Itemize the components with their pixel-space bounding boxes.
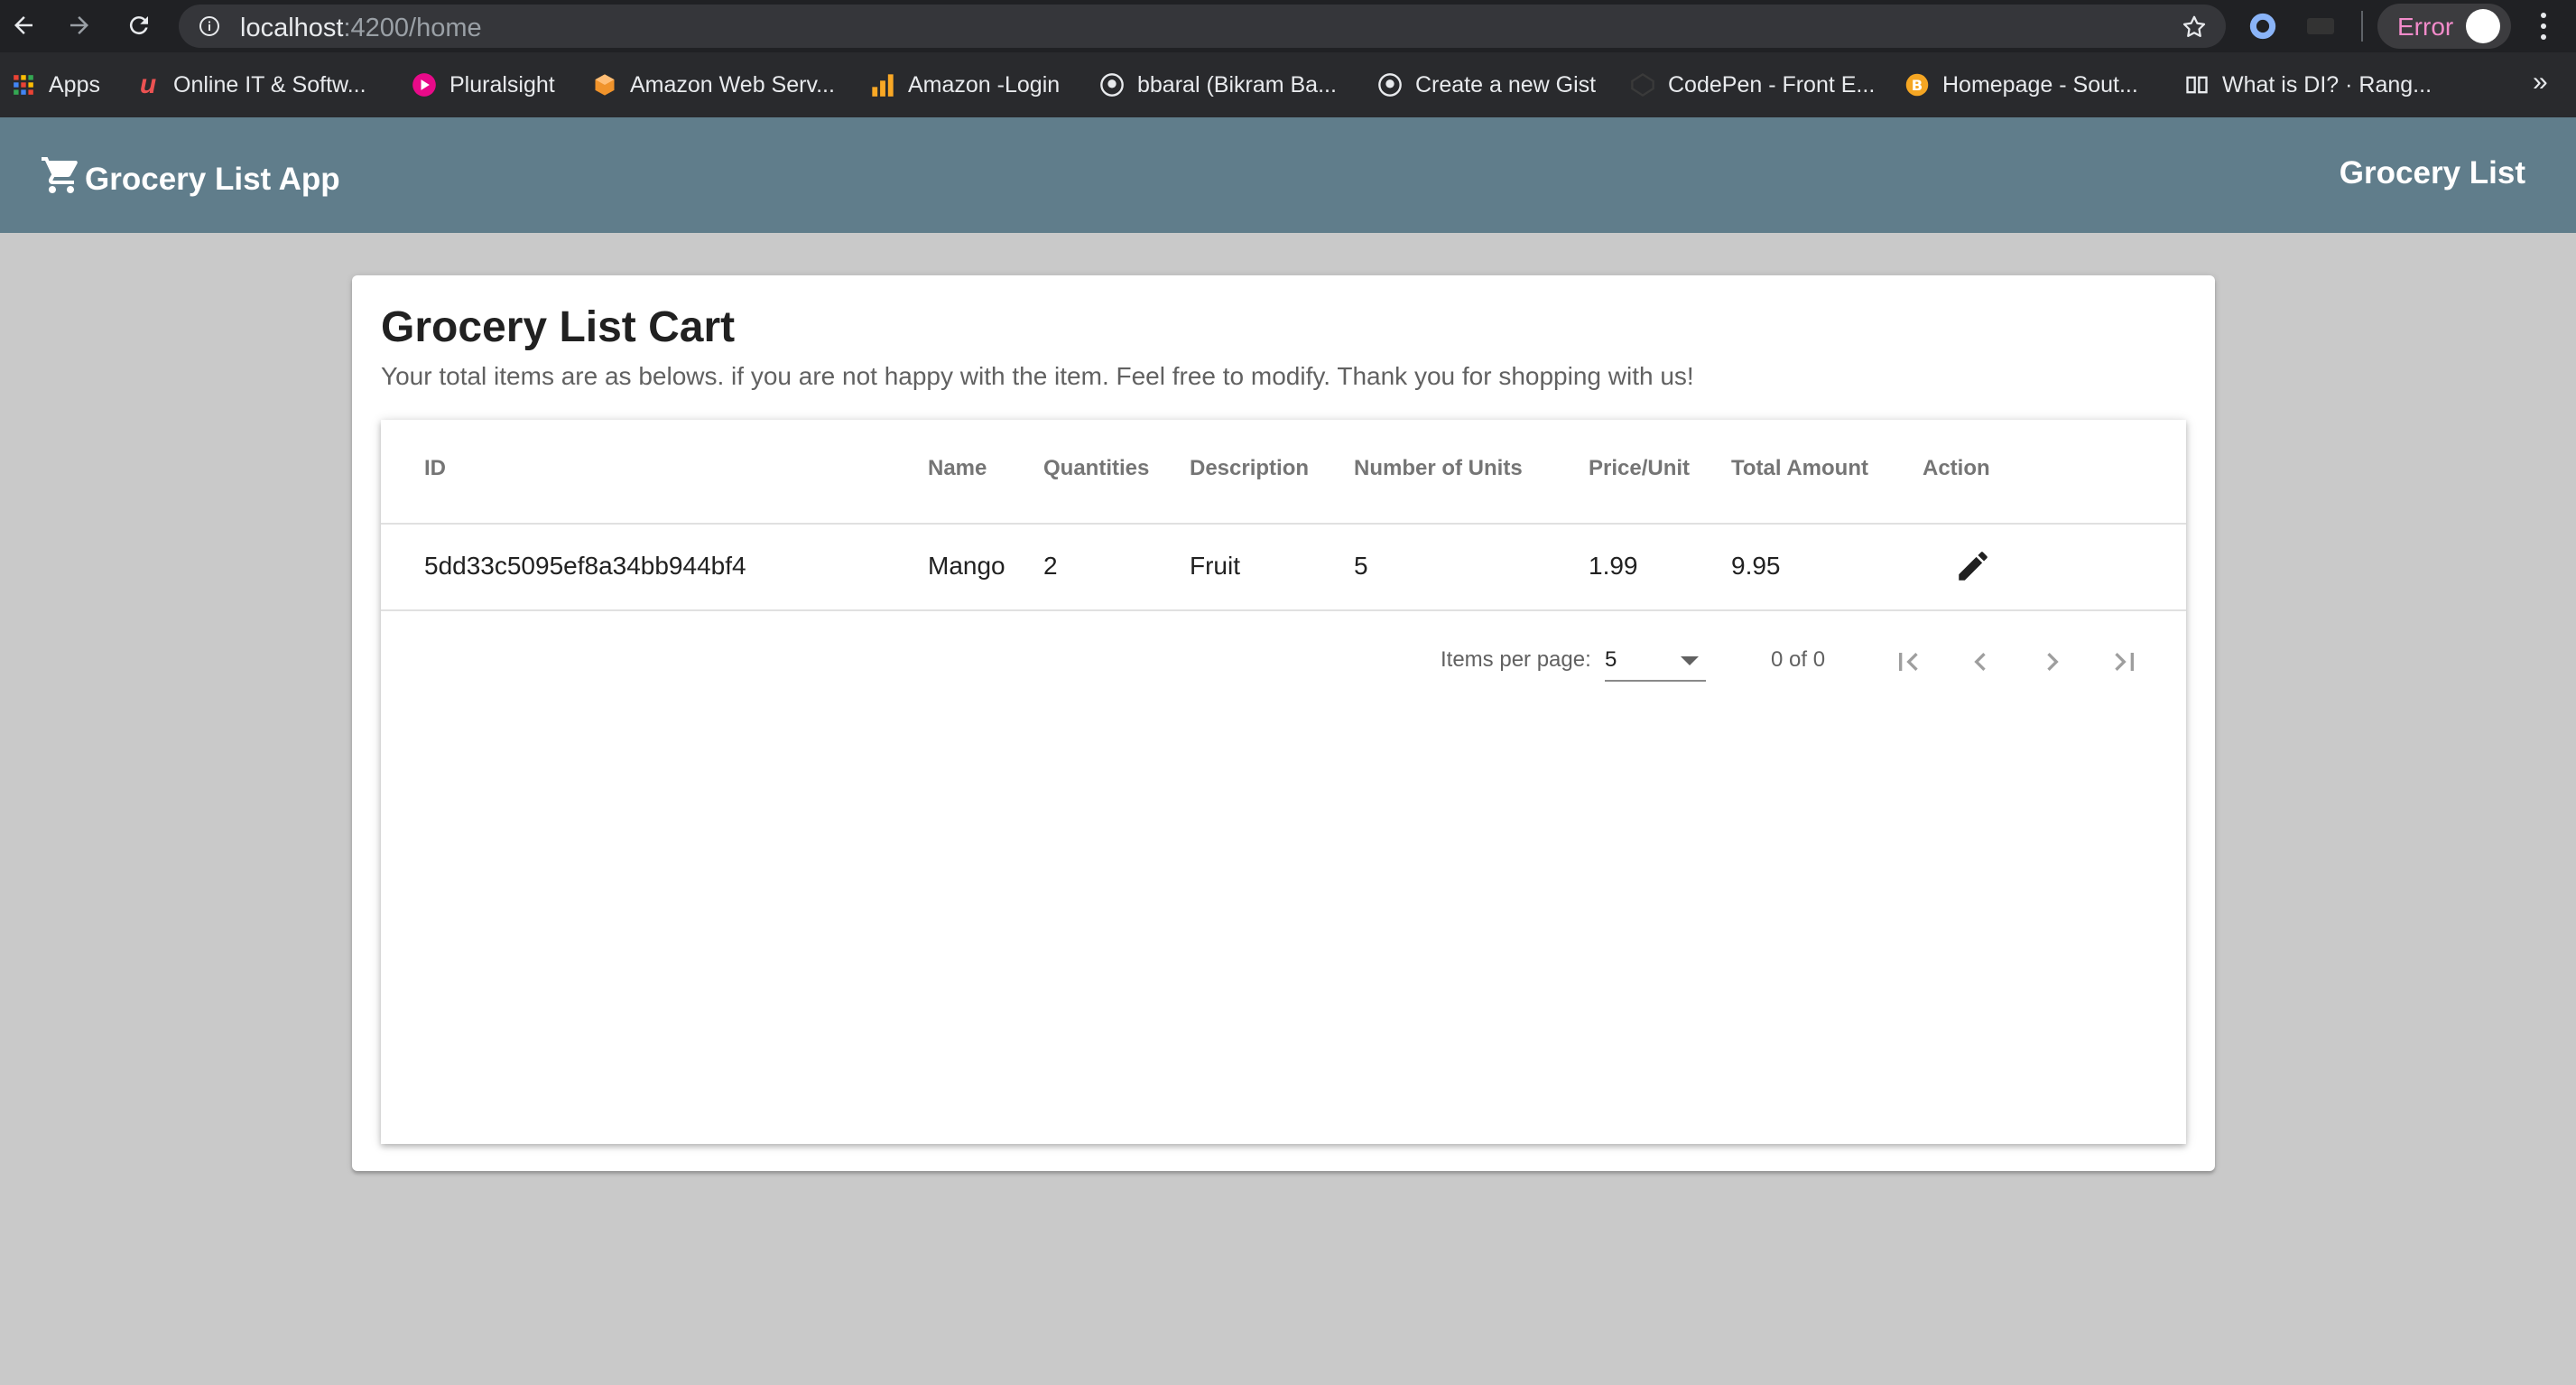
book-icon — [2184, 72, 2210, 98]
bookmark-udemy[interactable]: u Online IT & Softw... — [135, 67, 366, 103]
table-header-row: ID Name Quantities Description Number of… — [381, 420, 2186, 525]
app-toolbar: Grocery List App Grocery List — [0, 117, 2576, 233]
cell-quantities: 2 — [1043, 552, 1058, 580]
grocery-cart-card: Grocery List Cart Your total items are a… — [352, 275, 2215, 1171]
cell-id: 5dd33c5095ef8a34bb944bf4 — [424, 552, 746, 580]
column-header-name: Name — [928, 456, 987, 480]
dropdown-caret-icon — [1681, 656, 1699, 665]
avatar — [2466, 9, 2500, 43]
table-row: 5dd33c5095ef8a34bb944bf4 Mango 2 Fruit 5… — [381, 523, 2186, 611]
address-bar[interactable]: localhost:4200/home — [179, 5, 2226, 48]
reload-icon[interactable] — [121, 7, 157, 43]
bookmark-github[interactable]: bbaral (Bikram Ba... — [1099, 67, 1337, 103]
page-title: Grocery List Cart — [381, 303, 736, 351]
github-icon — [1099, 72, 1125, 98]
bookmark-homepage[interactable]: B Homepage - Sout... — [1904, 67, 2138, 103]
column-header-total-amount: Total Amount — [1731, 456, 1868, 480]
bookmark-amazon-login[interactable]: Amazon -Login — [870, 67, 1060, 103]
bookmark-label: bbaral (Bikram Ba... — [1137, 71, 1337, 98]
apps-grid-icon — [11, 72, 36, 98]
github-icon — [1377, 72, 1403, 98]
homepage-icon: B — [1904, 72, 1930, 98]
browser-menu-icon[interactable] — [2533, 7, 2554, 45]
bookmark-pluralsight[interactable]: Pluralsight — [412, 67, 555, 103]
back-arrow-icon[interactable] — [5, 7, 42, 43]
bookmarks-bar: Apps u Online IT & Softw... Pluralsight … — [0, 52, 2576, 117]
address-url: localhost:4200/home — [240, 14, 482, 43]
bookmark-apps[interactable]: Apps — [11, 67, 100, 103]
cell-total-amount: 9.95 — [1731, 552, 1781, 580]
bookmark-label: Pluralsight — [449, 71, 555, 98]
bookmark-codepen[interactable]: CodePen - Front E... — [1630, 67, 1875, 103]
edit-pencil-icon[interactable] — [1953, 546, 1993, 586]
items-per-page-value: 5 — [1605, 647, 1617, 672]
more-bookmarks-button[interactable]: » — [2533, 67, 2548, 98]
extension-icon[interactable] — [2247, 11, 2278, 46]
bookmark-label: Homepage - Sout... — [1942, 71, 2138, 98]
svg-text:B: B — [1912, 77, 1923, 94]
bookmark-aws[interactable]: Amazon Web Serv... — [592, 67, 835, 103]
bookmark-label: Amazon -Login — [908, 71, 1061, 98]
nav-grocery-list-link[interactable]: Grocery List — [2340, 155, 2525, 191]
cell-price-unit: 1.99 — [1589, 552, 1638, 580]
codepen-icon — [1630, 72, 1655, 98]
column-header-price-unit: Price/Unit — [1589, 456, 1691, 480]
next-page-icon[interactable] — [2027, 637, 2078, 687]
site-info-icon[interactable] — [199, 15, 220, 42]
bookmark-label: Create a new Gist — [1415, 71, 1597, 98]
profile-button[interactable]: Error — [2377, 4, 2511, 49]
forward-arrow-icon[interactable] — [61, 7, 97, 43]
bookmark-label: Amazon Web Serv... — [630, 71, 835, 98]
column-header-id: ID — [424, 456, 446, 480]
extension-icon[interactable] — [2307, 18, 2334, 34]
items-per-page-select[interactable]: 5 — [1605, 644, 1706, 682]
bookmark-label: CodePen - Front E... — [1668, 71, 1876, 98]
column-header-quantities: Quantities — [1043, 456, 1150, 480]
grocery-table: ID Name Quantities Description Number of… — [381, 420, 2186, 1144]
cell-name: Mango — [928, 552, 1005, 580]
url-path: :4200/home — [343, 14, 482, 42]
first-page-icon[interactable] — [1883, 637, 1933, 687]
last-page-icon[interactable] — [2099, 637, 2150, 687]
profile-error-label: Error — [2397, 13, 2454, 41]
bookmark-star-icon[interactable] — [2181, 14, 2208, 45]
column-header-action: Action — [1923, 456, 1990, 480]
bookmark-label: What is DI? · Rang... — [2222, 71, 2432, 98]
cell-number-of-units: 5 — [1354, 552, 1368, 580]
app-brand[interactable]: Grocery List App — [40, 153, 340, 205]
aws-icon — [592, 72, 617, 98]
url-host: localhost — [240, 14, 344, 42]
previous-page-icon[interactable] — [1955, 637, 2006, 687]
cell-description: Fruit — [1190, 552, 1240, 580]
bookmark-label: Apps — [49, 71, 100, 98]
bookmark-label: Online IT & Softw... — [173, 71, 366, 98]
amazon-login-icon — [870, 72, 895, 98]
items-per-page-label: Items per page: — [1441, 647, 1591, 672]
udemy-icon: u — [139, 70, 157, 99]
toolbar-divider — [2361, 11, 2363, 42]
page-subtitle: Your total items are as belows. if you a… — [381, 362, 1694, 390]
column-header-number-of-units: Number of Units — [1354, 456, 1523, 480]
browser-url-bar: localhost:4200/home Error — [0, 0, 2576, 52]
shopping-cart-icon — [40, 153, 83, 205]
bookmark-di[interactable]: What is DI? · Rang... — [2184, 67, 2432, 103]
page-range-label: 0 of 0 — [1771, 647, 1826, 672]
column-header-description: Description — [1190, 456, 1310, 480]
pluralsight-icon — [412, 72, 437, 98]
app-title: Grocery List App — [85, 161, 340, 197]
paginator: Items per page: 5 0 of 0 — [381, 611, 2186, 712]
bookmark-gist[interactable]: Create a new Gist — [1377, 67, 1596, 103]
